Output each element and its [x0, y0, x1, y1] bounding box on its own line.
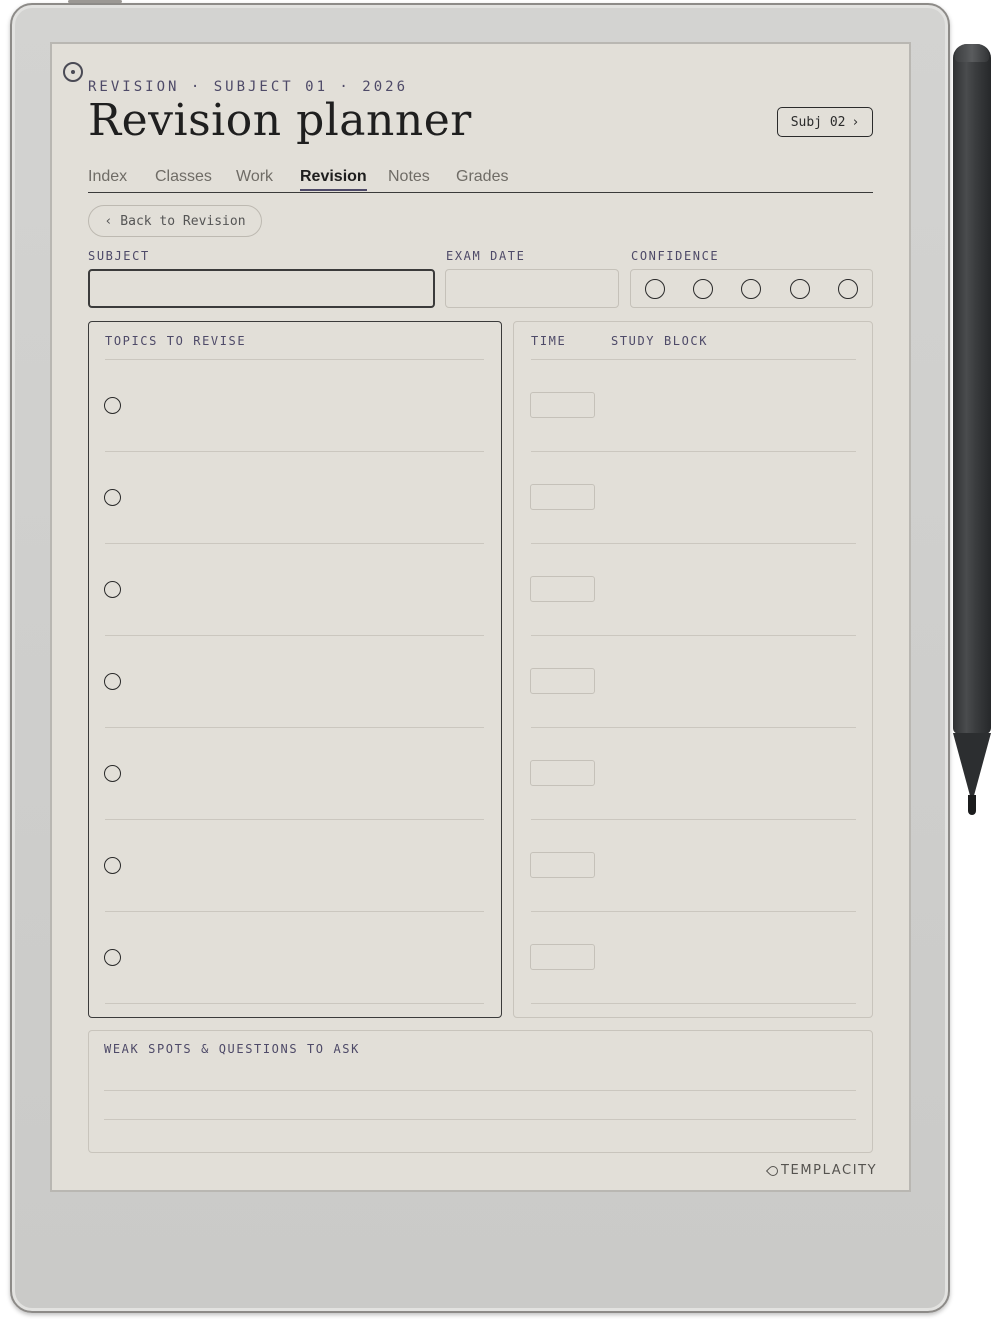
topic-entry[interactable] [132, 947, 472, 967]
study-block-heading: STUDY BLOCK [611, 334, 709, 348]
back-to-revision-button[interactable]: ‹ Back to Revision [88, 205, 262, 237]
back-label: Back to Revision [120, 213, 246, 229]
weak-spot-rule [104, 1119, 856, 1120]
topic-row-rule [105, 727, 484, 728]
study-block-entry[interactable] [611, 579, 856, 599]
time-slot-field[interactable] [530, 576, 595, 602]
study-block-entry[interactable] [611, 487, 856, 507]
tab-grades[interactable]: Grades [456, 166, 508, 188]
topics-panel [88, 321, 502, 1018]
topic-checkbox[interactable] [104, 949, 121, 966]
brand-name: TEMPLACITY [781, 1163, 878, 1178]
study-row-rule [531, 1003, 856, 1004]
study-block-entry[interactable] [611, 947, 856, 967]
topic-checkbox[interactable] [104, 857, 121, 874]
page-title: Revision planner [88, 95, 472, 146]
time-slot-field[interactable] [530, 760, 595, 786]
ring-binder-icon [63, 62, 83, 82]
weak-spot-entry[interactable] [104, 1068, 856, 1088]
stylus [953, 44, 991, 734]
topic-entry[interactable] [132, 395, 472, 415]
topic-entry[interactable] [132, 487, 472, 507]
topic-row-rule [105, 1003, 484, 1004]
next-subject-label: Subj 02 [790, 114, 846, 130]
topic-checkbox[interactable] [104, 673, 121, 690]
topic-entry[interactable] [132, 763, 472, 783]
weak-spots-heading: WEAK SPOTS & QUESTIONS TO ASK [104, 1042, 360, 1056]
stylus-cap [955, 44, 989, 62]
study-row-rule [531, 543, 856, 544]
brand-logo: TEMPLACITY [765, 1163, 878, 1178]
topic-checkbox[interactable] [104, 765, 121, 782]
confidence-dot-2[interactable] [693, 279, 713, 299]
tab-index[interactable]: Index [88, 166, 127, 188]
study-block-entry[interactable] [611, 763, 856, 783]
study-block-entry[interactable] [611, 671, 856, 691]
tab-classes[interactable]: Classes [155, 166, 212, 188]
study-header-rule [531, 359, 856, 360]
next-subject-button[interactable]: Subj 02 › [777, 107, 873, 137]
tab-notes[interactable]: Notes [388, 166, 430, 188]
time-slot-field[interactable] [530, 944, 595, 970]
topic-row-rule [105, 911, 484, 912]
topic-checkbox[interactable] [104, 581, 121, 598]
subject-label: SUBJECT [88, 249, 150, 263]
topics-heading: TOPICS TO REVISE [105, 334, 247, 348]
confidence-dot-4[interactable] [790, 279, 810, 299]
confidence-label: CONFIDENCE [631, 249, 720, 263]
topic-entry[interactable] [132, 855, 472, 875]
topic-entry[interactable] [132, 579, 472, 599]
study-row-rule [531, 819, 856, 820]
time-slot-field[interactable] [530, 668, 595, 694]
stylus-tip [953, 733, 991, 803]
chevron-left-icon: ‹ [104, 213, 113, 229]
study-block-entry[interactable] [611, 855, 856, 875]
study-row-rule [531, 911, 856, 912]
topic-row-rule [105, 819, 484, 820]
tab-revision[interactable]: Revision [300, 166, 367, 191]
chevron-right-icon: › [851, 114, 860, 130]
exam-date-field[interactable] [445, 269, 619, 308]
study-block-entry[interactable] [611, 395, 856, 415]
topic-entry[interactable] [132, 671, 472, 691]
study-row-rule [531, 727, 856, 728]
study-row-rule [531, 635, 856, 636]
time-slot-field[interactable] [530, 484, 595, 510]
topics-header-rule [105, 359, 484, 360]
study-row-rule [531, 451, 856, 452]
power-button [68, 0, 122, 3]
confidence-dot-3[interactable] [741, 279, 761, 299]
time-slot-field[interactable] [530, 392, 595, 418]
weak-spot-rule [104, 1090, 856, 1091]
tab-bar: Index Classes Work Revision Notes Grades [88, 166, 873, 193]
exam-date-label: EXAM DATE [446, 249, 526, 263]
confidence-dot-5[interactable] [838, 279, 858, 299]
tab-work[interactable]: Work [236, 166, 273, 188]
stylus-point [968, 795, 976, 815]
templacity-logo-icon [765, 1163, 781, 1178]
time-slot-field[interactable] [530, 852, 595, 878]
confidence-rating [630, 269, 873, 308]
subject-field[interactable] [88, 269, 435, 308]
confidence-dot-1[interactable] [645, 279, 665, 299]
topic-row-rule [105, 451, 484, 452]
topic-row-rule [105, 543, 484, 544]
topic-checkbox[interactable] [104, 489, 121, 506]
weak-spot-entry[interactable] [104, 1097, 856, 1117]
page-eyebrow: REVISION · SUBJECT 01 · 2026 [88, 79, 409, 95]
topic-row-rule [105, 635, 484, 636]
time-heading: TIME [531, 334, 567, 348]
topic-checkbox[interactable] [104, 397, 121, 414]
